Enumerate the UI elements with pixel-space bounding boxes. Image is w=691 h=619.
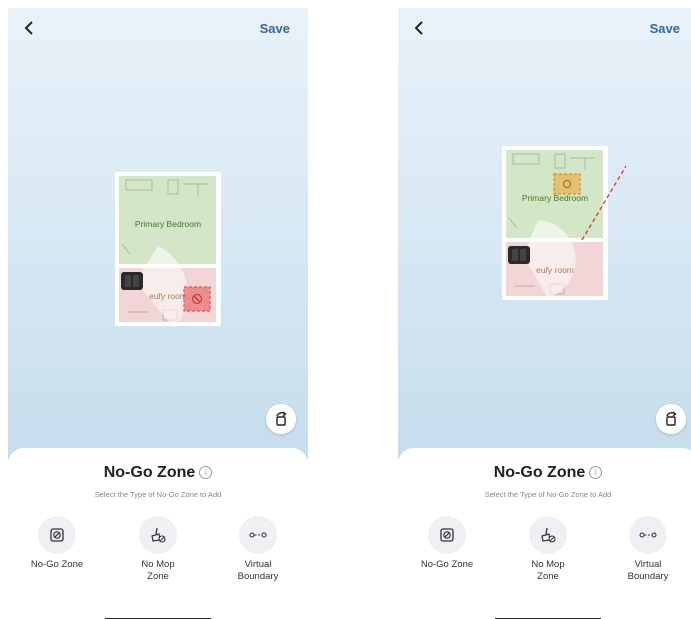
no-go-zone-marker[interactable]: [183, 286, 211, 312]
floor-map[interactable]: Primary Bedroom eufy room: [8, 8, 308, 460]
option-virtual-boundary[interactable]: Virtual Boundary: [608, 516, 688, 583]
rotate-map-button[interactable]: [656, 404, 686, 434]
option-no-mop-zone[interactable]: No Mop Zone: [508, 516, 588, 583]
no-mop-zone-icon: [139, 516, 177, 554]
map-area[interactable]: Save Primary Bedroom eufy room: [8, 8, 308, 460]
sheet-title: No-Go Zone i: [398, 464, 691, 482]
option-label: No-Go Zone: [420, 559, 474, 570]
sheet-subtitle: Select the Type of No-Go Zone to Add: [94, 490, 222, 499]
no-go-zone-icon: [38, 516, 76, 554]
info-icon[interactable]: i: [589, 466, 603, 479]
sheet-title: No-Go Zone i: [8, 464, 308, 482]
no-mop-zone-marker[interactable]: [553, 173, 581, 195]
option-no-go-zone[interactable]: No-Go Zone: [17, 516, 97, 571]
bottom-sheet: No-Go Zone i Select the Type of No-Go Zon…: [398, 448, 691, 619]
sheet-title-text: No-Go Zone: [103, 464, 196, 481]
robot-icon[interactable]: [508, 246, 530, 264]
option-label: No Mop Zone: [141, 559, 175, 582]
option-label: Virtual Boundary: [627, 559, 669, 582]
room-label-eufy-room: eufy room: [149, 291, 187, 301]
phone-screen-left: Save Primary Bedroom eufy room No-Go Zon…: [8, 8, 308, 619]
option-label: Virtual Boundary: [237, 559, 279, 582]
no-mop-zone-icon: [529, 516, 567, 554]
option-label: No-Go Zone: [30, 559, 84, 570]
rotate-map-button[interactable]: [266, 404, 296, 434]
no-go-zone-icon: [428, 516, 466, 554]
robot-icon[interactable]: [121, 272, 143, 290]
rotate-icon: [666, 411, 677, 426]
virtual-boundary-icon: [629, 516, 667, 554]
bottom-sheet: No-Go Zone i Select the Type of No-Go Zon…: [8, 448, 308, 619]
option-label: No Mop Zone: [531, 559, 565, 582]
rotate-icon: [276, 411, 287, 426]
option-no-mop-zone[interactable]: No Mop Zone: [118, 516, 198, 583]
option-no-go-zone[interactable]: No-Go Zone: [407, 516, 487, 571]
sheet-title-text: No-Go Zone: [493, 464, 586, 481]
floor-map[interactable]: Primary Bedroom eufy room: [398, 8, 691, 460]
room-label-eufy-room: eufy room: [536, 265, 574, 275]
phone-screen-right: Save Primary Bedroom eufy room No-Go Zon…: [398, 8, 691, 619]
room-label-primary-bedroom: Primary Bedroom: [135, 219, 201, 229]
option-virtual-boundary[interactable]: Virtual Boundary: [218, 516, 298, 583]
virtual-boundary-icon: [239, 516, 277, 554]
sheet-subtitle: Select the Type of No-Go Zone to Add: [484, 490, 612, 499]
map-area[interactable]: Save Primary Bedroom eufy room: [398, 8, 691, 460]
info-icon[interactable]: i: [199, 466, 213, 479]
